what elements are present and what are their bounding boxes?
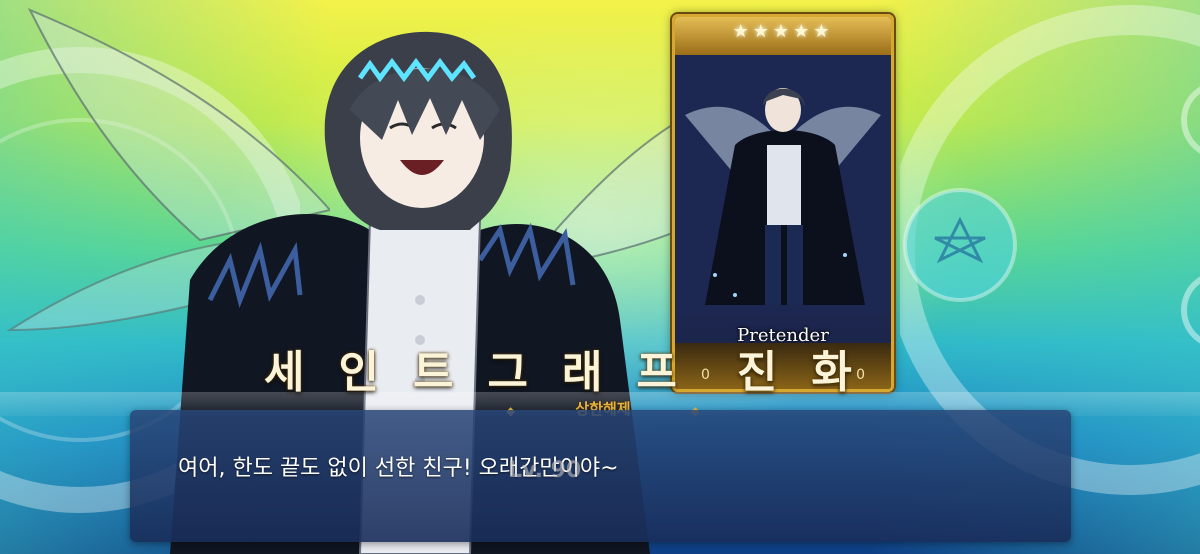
level-ghost-text: Lv. 90	[508, 458, 582, 483]
card-rarity-stars: ★★★★★	[732, 21, 834, 42]
title-char: 세	[264, 347, 339, 398]
title-char: 화	[811, 347, 886, 398]
title-char: 프	[636, 347, 711, 398]
title-char: 인	[338, 347, 413, 398]
title-char: 진	[736, 347, 812, 398]
title-char: 트	[412, 347, 488, 398]
ascension-title: 세인트그래프 진화	[264, 336, 904, 398]
game-screen[interactable]: ★★★★★ Pretender 0 0 세인트그래프진화 ◆	[0, 0, 1200, 554]
card-art	[675, 55, 891, 315]
title-char: 그	[487, 347, 562, 398]
dialog-box[interactable]: 여어, 한도 끝도 없이 선한 친구! 오래간만이야~	[130, 410, 1071, 542]
title-char: 래	[561, 347, 637, 398]
